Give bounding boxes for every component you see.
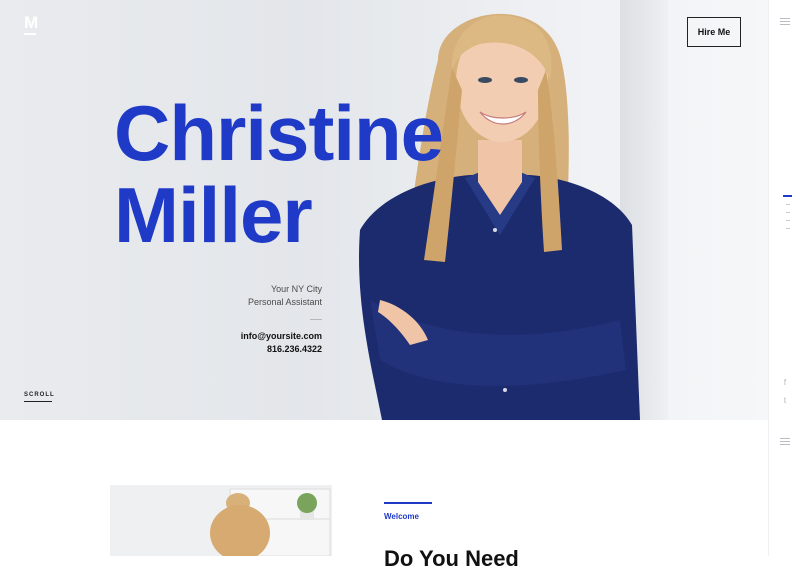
logo-underline xyxy=(24,33,36,35)
pagination-dot[interactable] xyxy=(786,220,790,221)
hero-email-link[interactable]: info@yoursite.com xyxy=(241,330,322,343)
hero-first-name: Christine xyxy=(114,89,444,177)
pagination-dot[interactable] xyxy=(786,212,790,213)
portrait-eye-left xyxy=(478,77,492,83)
scroll-underline xyxy=(24,401,52,402)
social-links: f t xyxy=(779,374,791,410)
hero-phone: 816.236.4322 xyxy=(266,344,322,354)
menu-icon[interactable] xyxy=(780,438,790,447)
hero-role: Personal Assistant xyxy=(247,297,322,307)
hero-title: Christine Miller xyxy=(114,89,444,259)
site-logo[interactable]: M xyxy=(24,14,38,32)
hero-section: M Christine Miller Your NY City Personal… xyxy=(0,0,768,420)
welcome-accent-line xyxy=(384,502,432,504)
facebook-icon[interactable]: f xyxy=(779,374,791,392)
hire-me-button[interactable]: Hire Me xyxy=(687,17,741,47)
section-pagination xyxy=(783,195,792,236)
portrait-button xyxy=(493,228,497,232)
scroll-indicator[interactable]: SCROLL xyxy=(24,392,55,398)
hero-location: Your NY City xyxy=(270,284,322,294)
pagination-dot[interactable] xyxy=(786,228,790,229)
right-rail: f t xyxy=(768,0,800,556)
about-heading: Do You Need xyxy=(384,546,519,571)
hero-info: Your NY City Personal Assistant info@you… xyxy=(241,283,322,356)
portrait-button xyxy=(503,388,507,392)
hero-info-divider xyxy=(310,319,322,320)
pagination-dot[interactable] xyxy=(786,204,790,205)
welcome-eyebrow: Welcome xyxy=(384,512,419,521)
portrait-eye-right xyxy=(514,77,528,83)
photo-plant-leaves xyxy=(297,493,317,513)
about-photo xyxy=(110,485,332,556)
pagination-active-dot[interactable] xyxy=(783,195,792,197)
menu-icon[interactable] xyxy=(780,18,790,27)
twitter-icon[interactable]: t xyxy=(779,392,791,410)
hero-last-name: Miller xyxy=(114,171,313,259)
